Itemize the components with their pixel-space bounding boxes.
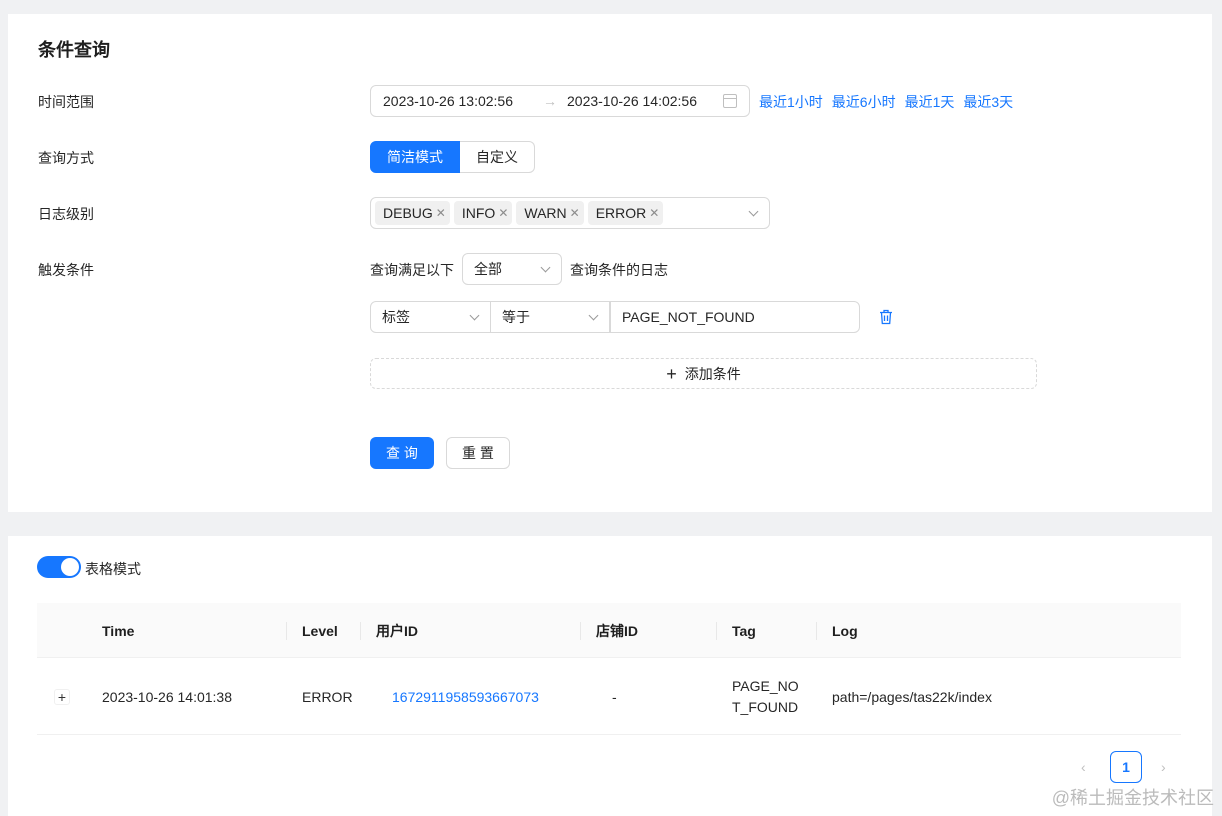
table-mode-label: 表格模式 — [85, 561, 141, 577]
cell-tag: PAGE_NO T_FOUND — [732, 658, 799, 735]
cell-tag-line: PAGE_NO — [732, 677, 799, 694]
pagination-page-1[interactable]: 1 — [1110, 751, 1142, 783]
log-level-label: 日志级别 — [38, 206, 94, 222]
trigger-prefix-text: 查询满足以下 — [370, 262, 454, 278]
cell-tag-line: T_FOUND — [732, 698, 799, 715]
cell-log: path=/pages/tas22k/index — [832, 688, 992, 705]
chevron-down-icon — [469, 310, 480, 321]
chevron-down-icon — [748, 206, 759, 217]
result-card: 表格模式 Time Level 用户ID 店铺ID Tag Log + 2023… — [8, 536, 1212, 816]
pagination-prev-button[interactable]: ‹ — [1081, 759, 1086, 775]
column-header-level[interactable]: Level — [302, 603, 338, 658]
switch-knob — [61, 558, 79, 576]
condition-operator-select[interactable]: 等于 — [490, 301, 610, 333]
quick-range-1d[interactable]: 最近1天 — [905, 92, 955, 112]
log-level-select[interactable]: DEBUG ✕ INFO ✕ WARN ✕ ERROR ✕ — [370, 197, 770, 229]
close-icon[interactable]: ✕ — [436, 206, 446, 220]
column-divider — [286, 622, 287, 640]
cell-level: ERROR — [302, 688, 353, 705]
column-header-log[interactable]: Log — [832, 603, 858, 658]
column-divider — [816, 622, 817, 640]
condition-field-select[interactable]: 标签 — [370, 301, 491, 333]
column-header-time[interactable]: Time — [102, 603, 134, 658]
time-range-label: 时间范围 — [38, 94, 94, 110]
condition-field-value: 标签 — [382, 309, 410, 325]
table-row: + 2023-10-26 14:01:38 ERROR 167291195859… — [37, 658, 1181, 735]
level-tag-text: WARN — [524, 205, 567, 221]
column-header-tag[interactable]: Tag — [732, 603, 756, 658]
pagination-next-button[interactable]: › — [1161, 759, 1166, 775]
cell-user-id-link[interactable]: 1672911958593667073 — [392, 658, 539, 735]
watermark: @稀土掘金技术社区 — [1051, 788, 1214, 808]
log-table: Time Level 用户ID 店铺ID Tag Log + 2023-10-2… — [37, 603, 1181, 735]
column-header-user-id[interactable]: 用户ID — [376, 603, 418, 658]
quick-range-6h[interactable]: 最近6小时 — [832, 92, 896, 112]
level-tag-warn: WARN ✕ — [516, 201, 584, 225]
level-tag-text: INFO — [461, 205, 496, 221]
close-icon[interactable]: ✕ — [498, 206, 508, 220]
cell-shop-id: - — [612, 688, 617, 705]
trigger-label: 触发条件 — [38, 262, 94, 278]
arrow-right-icon: → — [543, 93, 557, 109]
column-divider — [580, 622, 581, 640]
level-tag-text: DEBUG — [383, 205, 433, 221]
plus-icon: + — [666, 363, 677, 384]
condition-operator-value: 等于 — [502, 309, 530, 325]
submit-query-button[interactable]: 查 询 — [370, 437, 434, 469]
column-header-shop-id[interactable]: 店铺ID — [596, 603, 638, 658]
match-select-value: 全部 — [474, 261, 502, 277]
quick-range-1h[interactable]: 最近1小时 — [759, 92, 823, 112]
table-header: Time Level 用户ID 店铺ID Tag Log — [37, 603, 1181, 658]
level-tag-text: ERROR — [595, 205, 647, 221]
mode-simple-button[interactable]: 简洁模式 — [370, 141, 460, 173]
column-divider — [360, 622, 361, 640]
date-range-picker[interactable]: 2023-10-26 13:02:56 → 2023-10-26 14:02:5… — [370, 85, 750, 117]
cell-time: 2023-10-26 14:01:38 — [102, 688, 232, 705]
query-card: 条件查询 时间范围 2023-10-26 13:02:56 → 2023-10-… — [8, 14, 1212, 512]
trash-icon[interactable] — [879, 309, 893, 325]
calendar-icon[interactable] — [723, 94, 737, 108]
quick-range-links: 最近1小时 最近6小时 最近1天 最近3天 — [759, 92, 1013, 112]
reset-button[interactable]: 重 置 — [446, 437, 510, 469]
range-end-input[interactable]: 2023-10-26 14:02:56 — [567, 93, 723, 109]
table-mode-switch[interactable] — [37, 556, 81, 578]
page-title: 条件查询 — [38, 40, 110, 60]
add-condition-label: 添加条件 — [684, 365, 741, 382]
level-tag-info: INFO ✕ — [453, 201, 513, 225]
column-divider — [716, 622, 717, 640]
query-mode-segmented: 简洁模式 自定义 — [370, 141, 535, 173]
range-start-input[interactable]: 2023-10-26 13:02:56 — [383, 93, 533, 109]
mode-custom-button[interactable]: 自定义 — [460, 141, 535, 173]
trigger-suffix-text: 查询条件的日志 — [570, 262, 668, 278]
condition-value-input[interactable]: PAGE_NOT_FOUND — [610, 301, 860, 333]
add-condition-button[interactable]: + 添加条件 — [370, 358, 1037, 389]
match-select[interactable]: 全部 — [462, 253, 562, 285]
close-icon[interactable]: ✕ — [570, 206, 580, 220]
chevron-down-icon — [540, 262, 551, 273]
query-mode-label: 查询方式 — [38, 150, 94, 166]
expand-row-button[interactable]: + — [54, 689, 70, 705]
close-icon[interactable]: ✕ — [649, 206, 659, 220]
quick-range-3d[interactable]: 最近3天 — [963, 92, 1013, 112]
level-tag-debug: DEBUG ✕ — [375, 201, 450, 225]
level-tag-error: ERROR ✕ — [587, 201, 664, 225]
chevron-down-icon — [588, 310, 599, 321]
